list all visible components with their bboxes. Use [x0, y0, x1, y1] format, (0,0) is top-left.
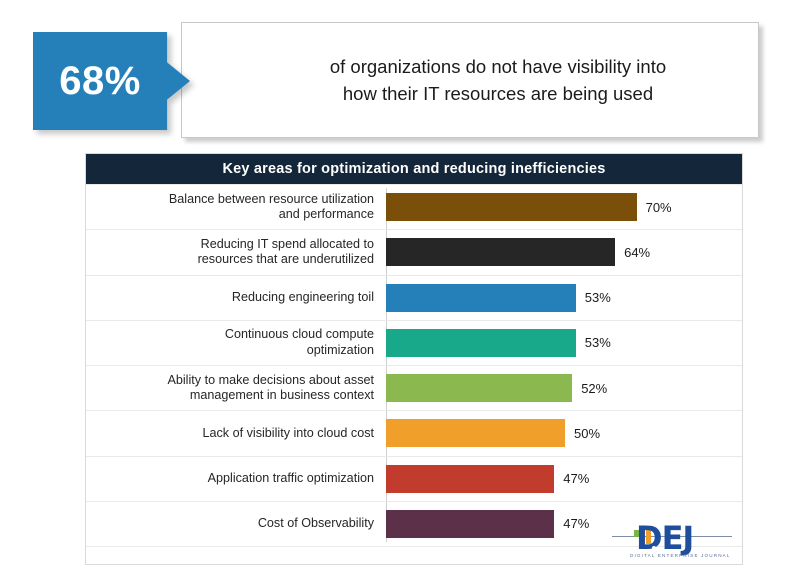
bar-area: 64% [380, 230, 742, 274]
callout-percent-value: 68% [59, 58, 141, 103]
bar-value-label: 50% [574, 425, 601, 441]
bar-area: 70% [380, 185, 742, 229]
category-label: Reducing IT spend allocated to resources… [197, 236, 374, 267]
bar-area: 47% [380, 457, 742, 501]
chart-panel: Key areas for optimization and reducing … [85, 153, 743, 565]
bar[interactable] [386, 283, 576, 312]
category-label: Application traffic optimization [207, 470, 374, 485]
bar-area: 52% [380, 366, 742, 410]
category-label: Lack of visibility into cloud cost [202, 425, 375, 440]
bar-area: 53% [380, 276, 742, 320]
logo-dot-icon [652, 546, 656, 550]
chart-row: Balance between resource utilization and… [86, 184, 742, 231]
callout-banner: of organizations do not have visibility … [0, 0, 796, 150]
bar[interactable] [386, 509, 555, 538]
chart-row: Ability to make decisions about asset ma… [86, 366, 742, 412]
callout-textbox: of organizations do not have visibility … [181, 22, 759, 138]
chart-row: Continuous cloud compute optimization 53… [86, 321, 742, 366]
bar[interactable] [386, 193, 637, 222]
category-label: Reducing engineering toil [231, 289, 374, 304]
bar-value-label: 52% [581, 380, 608, 396]
bar[interactable] [386, 238, 616, 267]
bar[interactable] [386, 419, 565, 448]
bar-value-label: 64% [624, 244, 651, 260]
bar[interactable] [386, 374, 573, 403]
category-label: Ability to make decisions about asset ma… [167, 372, 374, 403]
bar-area: 50% [380, 411, 742, 455]
callout-percent-badge: 68% [33, 32, 190, 130]
callout-statement: of organizations do not have visibility … [329, 56, 667, 104]
chart-title-bar: Key areas for optimization and reducing … [86, 154, 742, 184]
category-label: Cost of Observability [257, 516, 374, 531]
bar-value-label: 53% [584, 335, 611, 351]
bar-value-label: 47% [563, 516, 590, 532]
bar-value-label: 47% [563, 471, 590, 487]
category-label: Balance between resource utilization and… [168, 191, 374, 222]
bar-value-label: 70% [645, 199, 672, 215]
category-label: Continuous cloud compute optimization [224, 327, 374, 357]
chart-row: Reducing IT spend allocated to resources… [86, 230, 742, 276]
bar[interactable] [386, 464, 555, 493]
chart-title: Key areas for optimization and reducing … [222, 161, 606, 177]
logo-wordmark: DEJ [636, 519, 694, 557]
chart-row: Application traffic optimization 47% [86, 457, 742, 502]
bar[interactable] [386, 328, 576, 357]
bar-chart-plot: Balance between resource utilization and… [86, 184, 742, 565]
chart-row: Lack of visibility into cloud cost 50% [86, 411, 742, 457]
bar-value-label: 53% [584, 290, 611, 306]
logo-tagline: DIGITAL ENTERPRISE JOURNAL [630, 553, 731, 558]
bar-area: 53% [380, 321, 742, 365]
chart-row: Reducing engineering toil 53% [86, 276, 742, 321]
dej-logo: DEJ DIGITAL ENTERPRISE JOURNAL [612, 519, 736, 562]
